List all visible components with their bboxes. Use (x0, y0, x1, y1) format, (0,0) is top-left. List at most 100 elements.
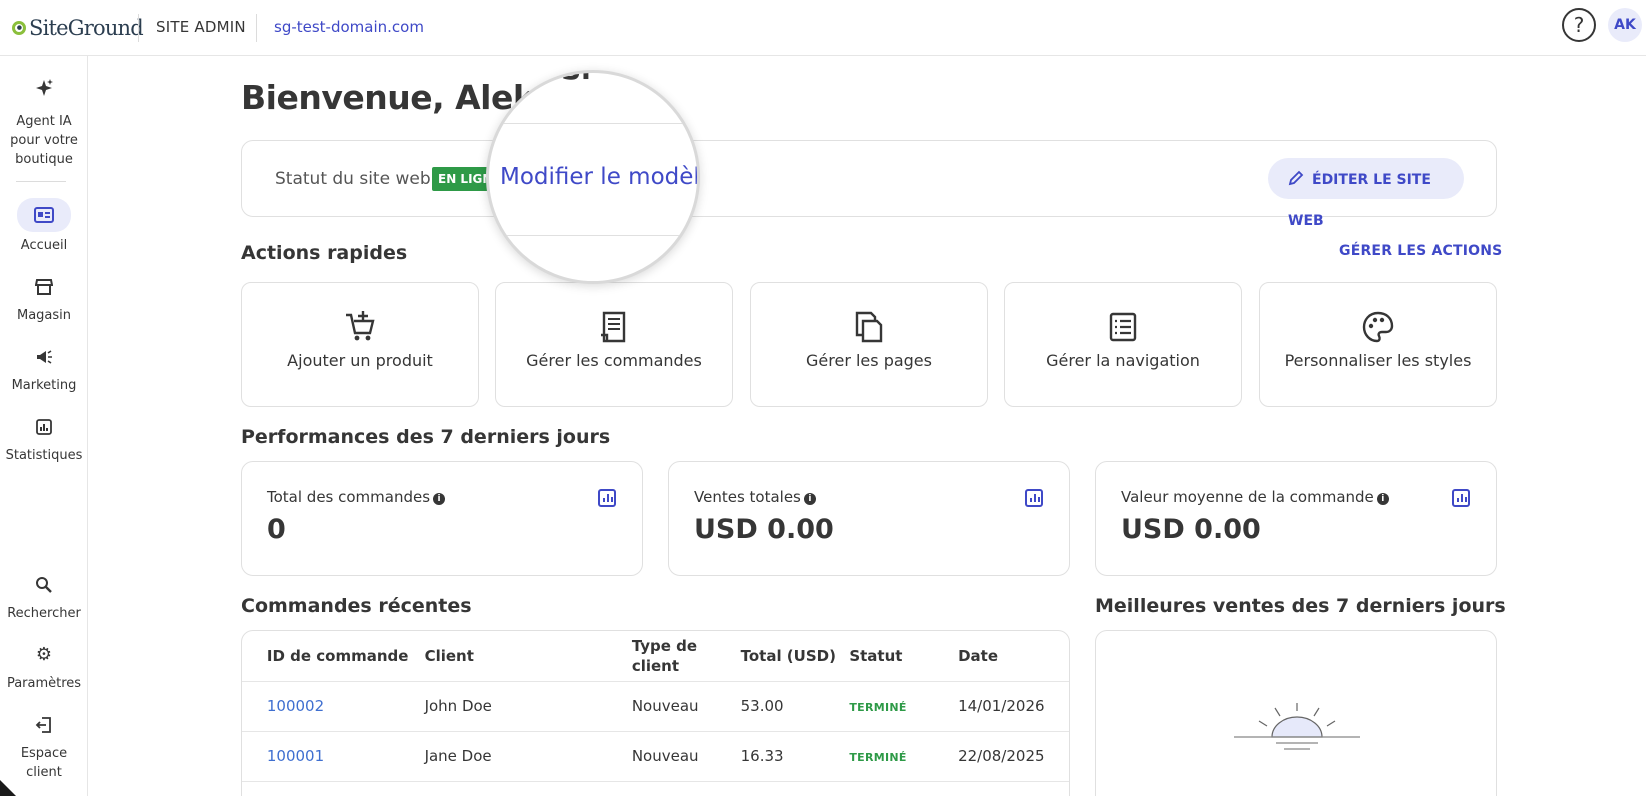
chart-icon[interactable] (598, 489, 616, 507)
best-sellers-title: Meilleures ventes des 7 derniers jours (1095, 595, 1506, 617)
sidebar-item-statistiques[interactable]: Statistiques (0, 412, 88, 465)
order-status: TERMINÉ (849, 701, 907, 714)
header-divider (138, 14, 139, 42)
chart-icon[interactable] (1452, 489, 1470, 507)
sidebar-item-label: Marketing (11, 378, 77, 393)
top-bar: SiteGround SITE ADMIN sg-test-domain.com… (0, 0, 1646, 56)
stat-value: USD 0.00 (694, 514, 834, 545)
logout-icon (24, 710, 64, 740)
order-client: John Doe (424, 681, 632, 732)
quick-action-manage-orders[interactable]: Gérer les commandes (495, 282, 733, 407)
stat-label-text: Valeur moyenne de la commande (1121, 488, 1374, 506)
sidebar-item-label: Espace (20, 746, 68, 761)
sidebar-item-label: pour votre (10, 133, 78, 148)
sparkle-icon (24, 78, 64, 108)
siteground-logo-text: SiteGround (29, 16, 144, 40)
stat-label-text: Total des commandes (267, 488, 431, 506)
pencil-icon (1288, 158, 1304, 199)
stat-label: Ventes totales i (694, 488, 816, 506)
sidebar-item-parametres[interactable]: ⚙ Paramètres (0, 640, 88, 693)
chart-icon[interactable] (1025, 489, 1043, 507)
recent-orders-table: ID de commande Client Type de client Tot… (242, 631, 1069, 782)
sidebar-item-label: Magasin (16, 308, 72, 323)
performance-title: Performances des 7 derniers jours (241, 426, 611, 448)
user-avatar[interactable]: AK (1608, 8, 1642, 42)
quick-action-label: Personnaliser les styles (1284, 351, 1472, 370)
table-row[interactable]: 100002 John Doe Nouveau 53.00 TERMINÉ 14… (242, 681, 1069, 732)
quick-action-label: Gérer les pages (806, 351, 932, 370)
best-sellers-card (1095, 630, 1497, 796)
site-admin-label: SITE ADMIN (156, 18, 246, 36)
stat-label: Total des commandes i (267, 488, 446, 506)
order-id-link[interactable]: 100001 (267, 747, 324, 765)
sidebar-item-rechercher[interactable]: Rechercher (0, 570, 88, 623)
recent-orders-table-card: ID de commande Client Type de client Tot… (241, 630, 1070, 796)
sidebar-item-label: Paramètres (6, 676, 82, 691)
header-divider (256, 14, 257, 42)
info-icon[interactable]: i (803, 493, 816, 505)
column-header[interactable]: Type de client (631, 631, 741, 682)
order-status: TERMINÉ (849, 751, 907, 764)
quick-action-add-product[interactable]: Ajouter un produit (241, 282, 479, 407)
column-header[interactable]: Statut (849, 631, 959, 682)
order-client: Jane Doe (424, 731, 632, 782)
dashboard-icon (17, 198, 71, 232)
magnifier-divider (489, 235, 697, 236)
stat-value: 0 (267, 514, 286, 545)
column-header[interactable]: Client (424, 631, 632, 682)
site-status-card: Statut du site web: EN LIGN ÉDITER LE SI… (241, 140, 1497, 229)
order-total: 16.33 (740, 731, 850, 782)
sunrise-empty-state-icon (1234, 703, 1360, 750)
stat-label-text: Ventes totales (694, 488, 801, 506)
siteground-logo[interactable]: SiteGround (12, 14, 144, 42)
quick-action-customize-styles[interactable]: Personnaliser les styles (1259, 282, 1497, 407)
table-row[interactable]: 100001 Jane Doe Nouveau 16.33 TERMINÉ 22… (242, 731, 1069, 782)
sidebar-item-accueil[interactable]: Accueil (0, 198, 88, 255)
quick-action-label: Ajouter un produit (287, 351, 433, 370)
siteground-logo-mark (12, 21, 26, 35)
stat-card-average-order: Valeur moyenne de la commande i USD 0.00 (1095, 461, 1497, 576)
order-id-link[interactable]: 100002 (267, 697, 324, 715)
list-icon (1105, 309, 1141, 345)
stats-icon (24, 412, 64, 442)
gear-icon: ⚙ (35, 644, 53, 665)
magnifier-divider (489, 123, 697, 124)
sidebar-item-ai-agent[interactable]: Agent IA pour votre boutique (0, 78, 88, 169)
store-icon (24, 272, 64, 302)
column-header[interactable]: Date (958, 631, 1069, 682)
order-client-type: Nouveau (631, 681, 741, 732)
add-to-cart-icon (342, 309, 378, 345)
help-button[interactable]: ? (1562, 8, 1596, 42)
sidebar-item-marketing[interactable]: Marketing (0, 342, 88, 395)
edit-website-button[interactable]: ÉDITER LE SITE WEB (1268, 158, 1464, 229)
quick-actions-title: Actions rapides (241, 242, 408, 264)
sidebar-item-label: boutique (15, 152, 73, 167)
page-title: Bienvenue, Aleks (241, 78, 554, 117)
sidebar-item-label: client (26, 765, 62, 780)
magnifier-overlay: Sl Modifier le modèle (486, 70, 700, 284)
column-header[interactable]: ID de commande (266, 631, 425, 682)
sidebar-item-label: Agent IA (16, 114, 72, 129)
sidebar-item-label: Rechercher (7, 606, 81, 621)
table-header-row: ID de commande Client Type de client Tot… (242, 631, 1069, 682)
quick-action-manage-pages[interactable]: Gérer les pages (750, 282, 988, 407)
domain-link[interactable]: sg-test-domain.com (274, 18, 424, 36)
info-icon[interactable]: i (433, 493, 446, 505)
quick-action-label: Gérer la navigation (1046, 351, 1200, 370)
order-date: 22/08/2025 (958, 731, 1069, 782)
palette-icon (1360, 309, 1396, 345)
stat-label: Valeur moyenne de la commande i (1121, 488, 1389, 506)
column-header[interactable]: Total (USD) (740, 631, 850, 682)
edit-template-link[interactable]: Modifier le modèle (500, 164, 697, 190)
edit-website-label: ÉDITER LE SITE WEB (1288, 172, 1431, 229)
sidebar-item-espace-client[interactable]: Espace client (0, 710, 88, 782)
stat-card-total-orders: Total des commandes i 0 (241, 461, 643, 576)
manage-actions-link[interactable]: GÉRER LES ACTIONS (1339, 243, 1502, 259)
sidebar-item-magasin[interactable]: Magasin (0, 272, 88, 325)
stat-value: USD 0.00 (1121, 514, 1261, 545)
pages-icon (851, 309, 887, 345)
quick-action-manage-navigation[interactable]: Gérer la navigation (1004, 282, 1242, 407)
magnifier-partial-title: Sl (561, 73, 591, 86)
order-client-type: Nouveau (631, 731, 741, 782)
info-icon[interactable]: i (1376, 493, 1389, 505)
